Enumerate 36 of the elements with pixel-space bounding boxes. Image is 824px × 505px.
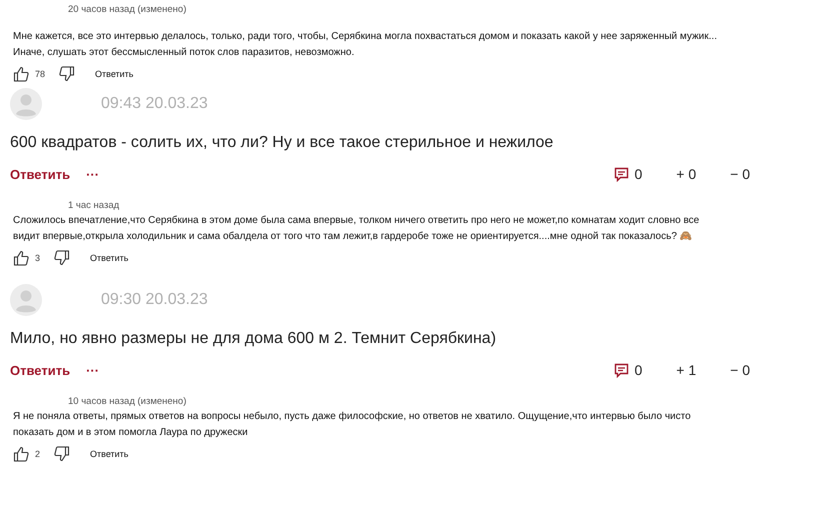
downvote-button[interactable]: − 0 — [730, 166, 750, 182]
upvote-button[interactable]: + 1 — [676, 362, 696, 378]
avatar-icon — [10, 284, 42, 316]
comment-time: 09:30 20.03.23 — [101, 291, 208, 309]
thumbs-down-icon[interactable] — [54, 250, 70, 266]
reply-button[interactable]: Ответить — [10, 166, 70, 182]
reply-button[interactable]: Ответить — [90, 253, 128, 263]
comment-text: Я не поняла ответы, прямых ответов на вопросы небыло, пусть даже философские, но ответов не хватило. Ощущение,что интервью было чисто показать дом и в этом помогла Лаура по дружески — [13, 410, 692, 440]
comment-text: Мило, но явно размеры не для дома 600 м 2. Темнит Серябкина) — [10, 330, 498, 348]
comment-text: 600 квадратов - солить их, что ли? Ну и все такое стерильное и нежилое — [10, 134, 554, 152]
thumbs-down-icon[interactable] — [54, 446, 70, 462]
like-count: 2 — [35, 449, 40, 459]
more-button[interactable]: ··· — [86, 362, 100, 378]
comment-icon[interactable] — [614, 362, 630, 378]
upvote-button[interactable]: + 0 — [676, 166, 696, 182]
like-count: 78 — [35, 69, 46, 79]
thumbs-up-icon[interactable] — [13, 66, 29, 82]
comment-text: Сложилось впечатление,что Серябкина в этом доме была сама впервые, толком ничего ответить про него не может,по комнатам ходит словно все видит впервые,открыла холодильник и сама обалдела от того что там лежит,в гардеробе тоже не ориентируется....мне одной так показалось? 🙈 — [13, 214, 700, 244]
thumbs-up-icon[interactable] — [13, 250, 29, 266]
downvote-button[interactable]: − 0 — [730, 362, 750, 378]
avatar-icon — [10, 88, 42, 120]
reply-button[interactable]: Ответить — [90, 449, 128, 459]
like-count: 3 — [35, 253, 40, 263]
more-button[interactable]: ··· — [86, 166, 100, 182]
comment-time: 09:43 20.03.23 — [101, 95, 208, 113]
comment-time: 10 часов назад (изменено) — [68, 396, 186, 407]
comment-text: Мне кажется, все это интервью делалось, только, ради того, чтобы, Серябкина могла похвастаться домом и показать какой у нее заряженный мужик... Иначе, слушать этот бессмысленный поток слов паразитов, невозможно. — [13, 30, 718, 60]
comment-time: 20 часов назад (изменено) — [68, 4, 186, 17]
reply-count: 0 — [634, 166, 642, 182]
thumbs-up-icon[interactable] — [13, 446, 29, 462]
comment-icon[interactable] — [614, 166, 630, 182]
reply-count: 0 — [634, 362, 642, 378]
reply-button[interactable]: Ответить — [95, 69, 134, 79]
reply-button[interactable]: Ответить — [10, 362, 70, 378]
comment-time: 1 час назад — [68, 200, 120, 211]
thumbs-down-icon[interactable] — [59, 66, 76, 82]
